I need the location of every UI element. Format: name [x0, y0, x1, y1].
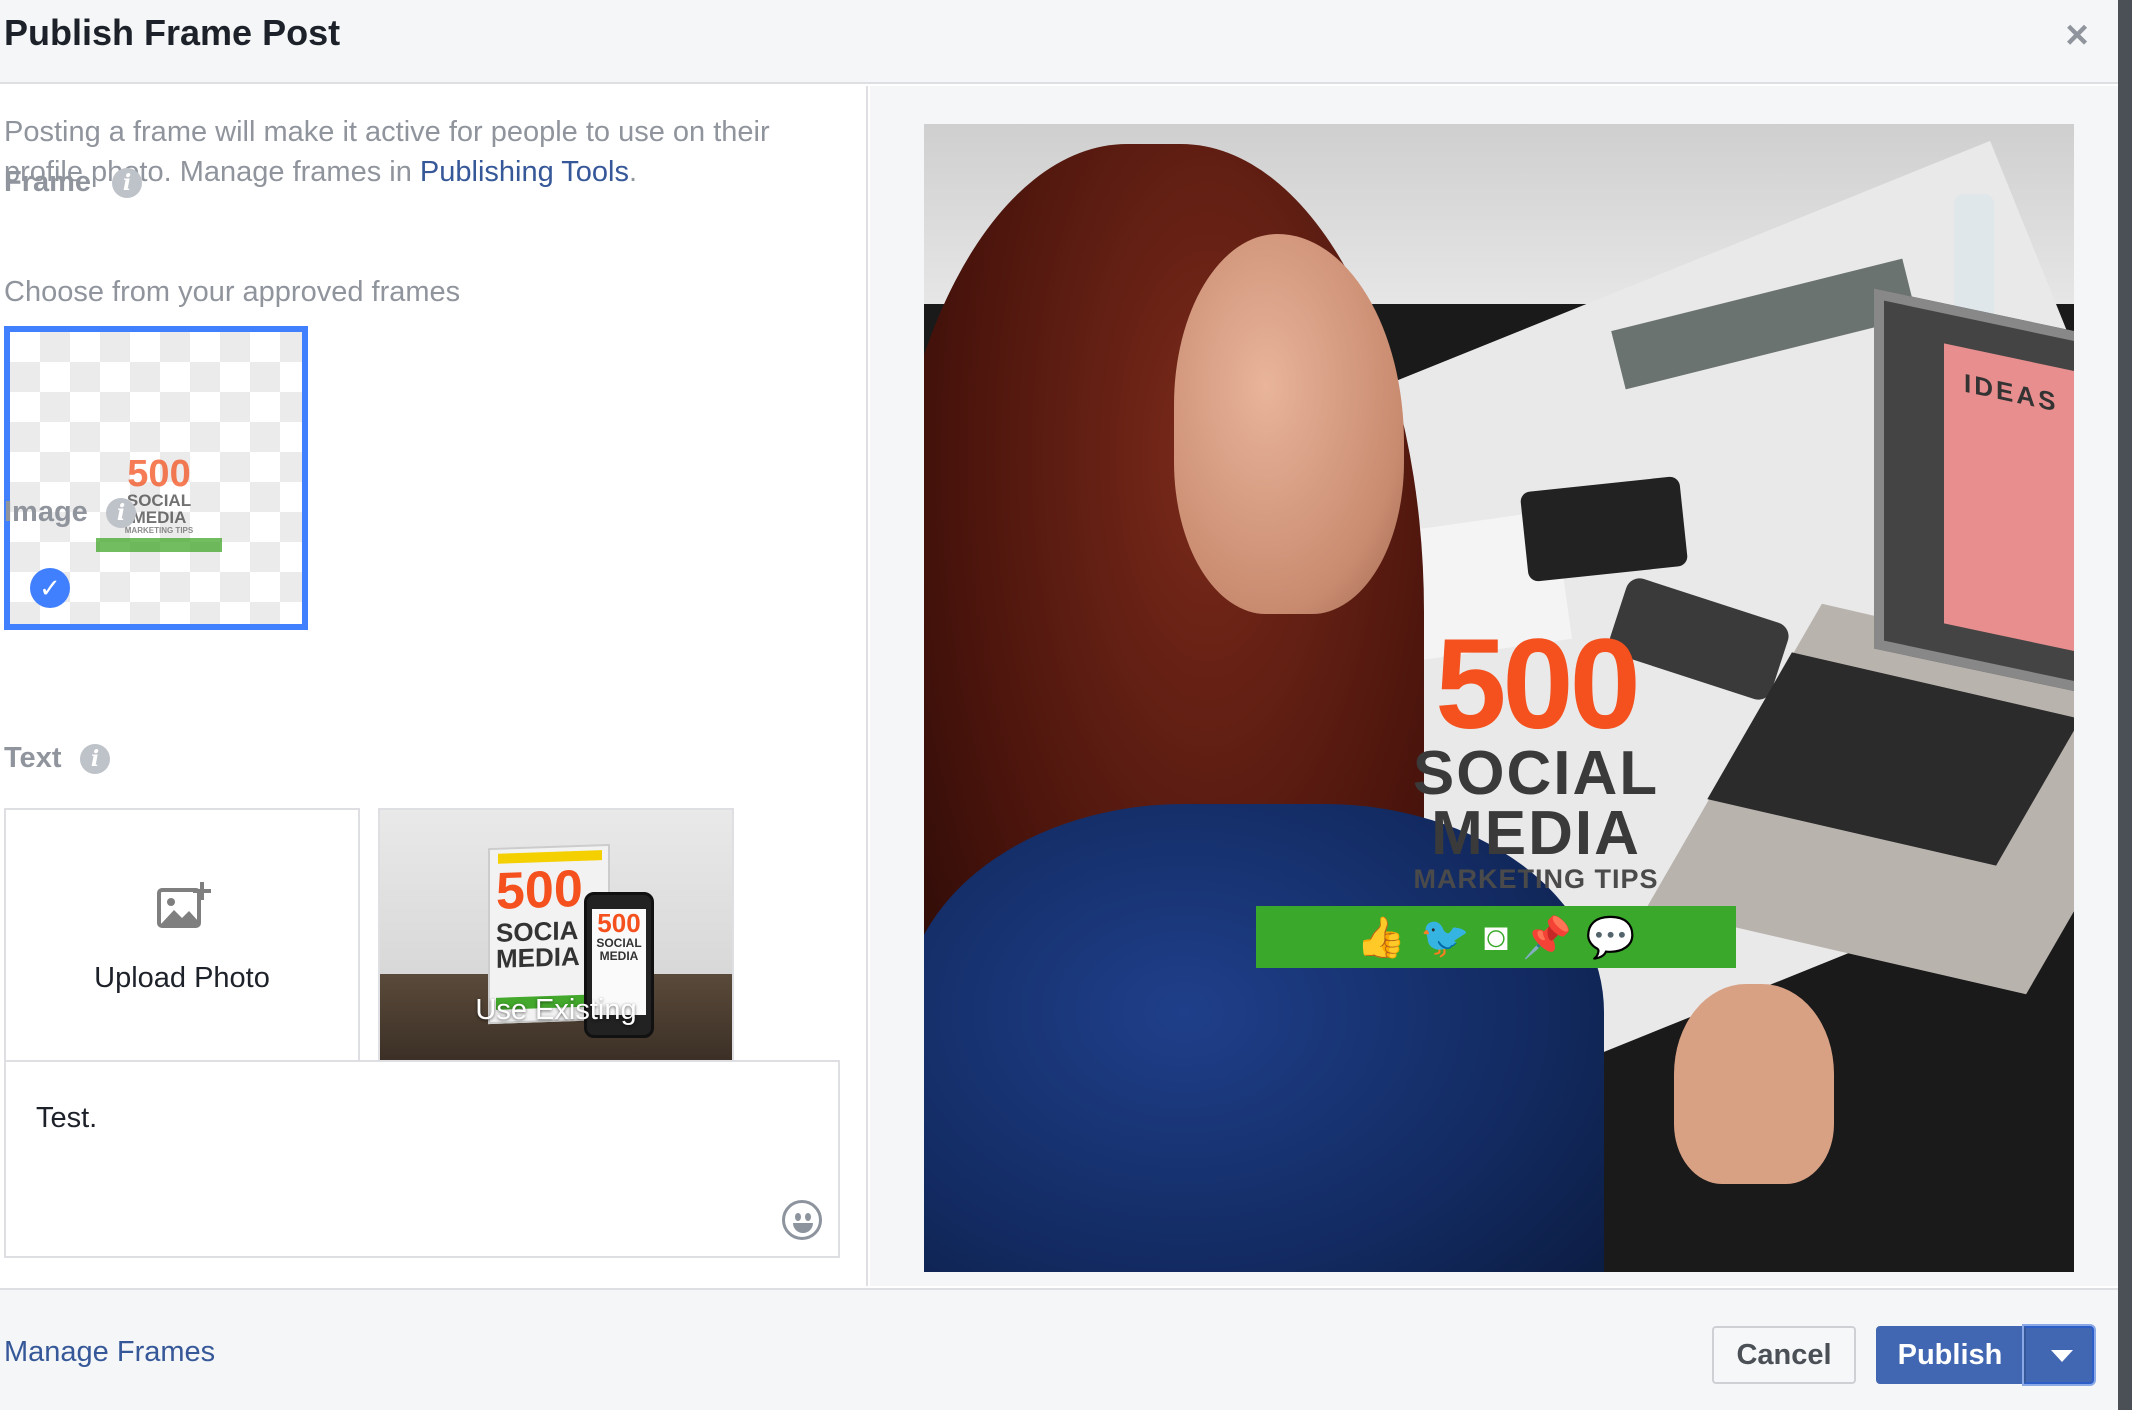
checkmark-icon: ✓ — [30, 568, 70, 608]
preview-wallet — [1519, 475, 1689, 583]
speech-bubble-icon: 💬 — [1585, 915, 1636, 960]
frame-overlay-logo: 500 SOCIAL MEDIA MARKETING TIPS 👍 🐦 ◙ 📌 … — [1256, 613, 1736, 968]
chevron-down-icon — [2051, 1350, 2073, 1362]
overlay-tips: MARKETING TIPS — [1413, 864, 1659, 894]
phone-title: SOCIAL MEDIA — [596, 936, 642, 963]
text-info-icon[interactable]: i — [80, 744, 110, 774]
twitter-bird-icon: 🐦 — [1420, 915, 1470, 960]
window-scroll-edge — [2118, 0, 2132, 1410]
image-info-icon[interactable]: i — [106, 498, 136, 528]
cancel-button[interactable]: Cancel — [1712, 1326, 1856, 1384]
frame-info-icon[interactable]: i — [112, 168, 142, 198]
emoji-icon[interactable] — [782, 1200, 822, 1240]
manage-frames-link[interactable]: Manage Frames — [4, 1336, 215, 1369]
use-existing-label: Use Existing — [475, 994, 637, 1026]
overlay-icon-bar: 👍 🐦 ◙ 📌 💬 — [1256, 906, 1736, 968]
post-text-field[interactable]: Test. — [4, 1060, 840, 1258]
thumbs-up-icon: 👍 — [1356, 915, 1407, 960]
frame-subtext: Choose from your approved frames — [4, 276, 461, 308]
overlay-media: MEDIA — [1431, 799, 1641, 868]
image-label: Image — [4, 496, 88, 528]
frame-label: Frame — [4, 166, 92, 198]
preview-hand — [1674, 984, 1834, 1184]
book-number: 500 — [496, 859, 583, 921]
frame-thumb-icon-bar — [96, 538, 222, 552]
post-text-value: Test. — [36, 1102, 98, 1134]
upload-photo-label: Upload Photo — [94, 962, 270, 994]
pin-icon: 📌 — [1522, 915, 1572, 960]
phone-number: 500 — [597, 908, 641, 938]
dialog-header: Publish Frame Post × — [0, 0, 2132, 84]
instagram-icon: ◙ — [1483, 914, 1509, 959]
frame-thumb-tips: MARKETING TIPS — [124, 526, 194, 535]
upload-photo-button[interactable]: Upload Photo — [4, 808, 360, 1064]
dialog-title: Publish Frame Post — [4, 12, 341, 53]
add-photo-icon — [157, 882, 211, 928]
close-icon[interactable]: × — [2060, 15, 2094, 55]
selected-frame-tile[interactable]: 500 SOCIAL MEDIA MARKETING TIPS ✓ — [4, 326, 308, 630]
publish-button[interactable]: Publish — [1876, 1326, 2024, 1384]
publish-options-dropdown[interactable] — [2024, 1326, 2094, 1384]
publish-frame-dialog: Publish Frame Post × Posting a frame wil… — [0, 0, 2132, 1410]
dialog-footer: Manage Frames Cancel Publish — [0, 1288, 2118, 1410]
intro-suffix: . — [628, 156, 638, 188]
book-title: SOCIA MEDIA — [496, 914, 580, 974]
publishing-tools-link[interactable]: Publishing Tools — [420, 156, 629, 188]
preview-laptop-screen: IDEAS — [1874, 288, 2074, 700]
frame-thumb-number: 500 — [127, 453, 191, 495]
overlay-number: 500 — [1435, 613, 1641, 756]
overlay-social: SOCIAL — [1412, 739, 1660, 808]
use-existing-button[interactable]: 500 SOCIA MEDIA 500 SOCIAL MEDIA Use Exi… — [378, 808, 734, 1064]
text-label: Text — [4, 742, 62, 774]
